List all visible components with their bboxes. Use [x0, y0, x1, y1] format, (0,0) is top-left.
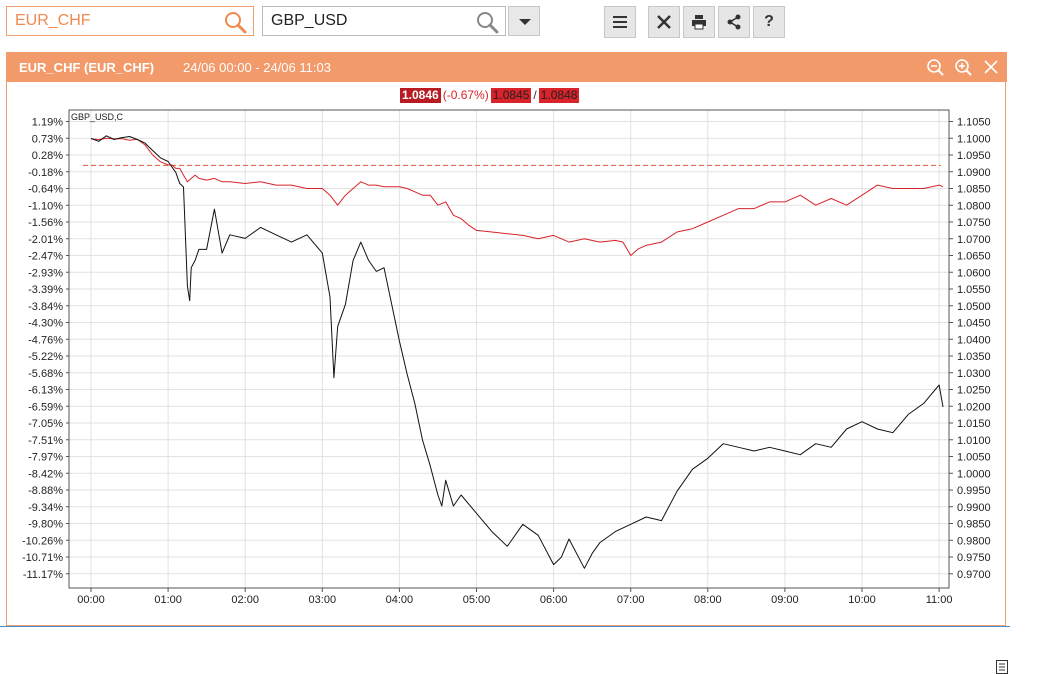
- left-tick-label: -0.18%: [28, 167, 63, 179]
- left-tick-label: -7.97%: [28, 452, 63, 464]
- x-tick-label: 07:00: [617, 594, 645, 606]
- x-tick-label: 01:00: [154, 594, 182, 606]
- document-icon[interactable]: [996, 660, 1008, 674]
- symbol-dropdown-button[interactable]: [508, 6, 540, 36]
- x-tick-label: 02:00: [231, 594, 259, 606]
- right-tick-label: 1.0750: [957, 217, 991, 229]
- share-button[interactable]: [718, 6, 750, 38]
- left-tick-label: -11.17%: [23, 569, 63, 581]
- right-tick-label: 1.1050: [957, 117, 991, 129]
- right-tick-label: 0.9850: [957, 519, 991, 531]
- x-tick-label: 10:00: [848, 594, 876, 606]
- right-tick-label: 1.0850: [957, 184, 991, 196]
- x-tick-label: 05:00: [463, 594, 491, 606]
- x-tick-label: 00:00: [77, 594, 105, 606]
- right-tick-label: 1.0050: [957, 452, 991, 464]
- right-axis: 1.1050 1.1000 1.0950 1.0900 1.0850 1.0800 1.07…: [949, 117, 991, 581]
- right-tick-label: 1.0650: [957, 251, 991, 263]
- left-tick-label: -8.42%: [28, 468, 63, 480]
- left-tick-label: -2.47%: [28, 251, 63, 263]
- plot-frame: [68, 109, 950, 589]
- left-tick-label: -8.88%: [28, 485, 63, 497]
- chart-grid: [69, 110, 949, 588]
- right-tick-label: 1.0950: [957, 150, 991, 162]
- series-line-eur-chf: [90, 137, 944, 256]
- left-tick-label: -5.68%: [28, 368, 63, 380]
- left-axis: 1.19% 0.73% 0.28% -0.18% -0.64% -1.10% -1.56% -…: [22, 117, 69, 581]
- left-tick-label: 1.19%: [32, 117, 63, 129]
- search-icon[interactable]: [223, 10, 247, 34]
- x-axis: 00:00 01:00 02:00 03:00 04:00 05:00 06:00 07:00…: [77, 588, 952, 606]
- symbol-search-box-2[interactable]: [262, 6, 506, 36]
- symbol-search-box-1[interactable]: [6, 6, 254, 36]
- x-tick-label: 08:00: [694, 594, 722, 606]
- right-tick-label: 1.0800: [957, 200, 991, 212]
- right-tick-label: 1.0350: [957, 351, 991, 363]
- right-tick-label: 1.0300: [957, 368, 991, 380]
- bottom-divider: [0, 626, 1010, 627]
- right-tick-label: 1.0250: [957, 385, 991, 397]
- layout-button[interactable]: [604, 6, 636, 38]
- left-tick-label: -6.59%: [28, 401, 63, 413]
- left-tick-label: -7.51%: [28, 435, 63, 447]
- right-tick-label: 1.0150: [957, 418, 991, 430]
- left-tick-label: -2.01%: [28, 234, 63, 246]
- right-tick-label: 0.9700: [957, 569, 991, 581]
- search-icon[interactable]: [475, 10, 499, 34]
- left-tick-label: -1.10%: [28, 200, 63, 212]
- help-icon: ?: [764, 13, 774, 30]
- left-tick-label: -0.64%: [28, 184, 63, 196]
- right-tick-label: 1.0000: [957, 468, 991, 480]
- right-tick-label: 1.0700: [957, 234, 991, 246]
- left-tick-label: -7.05%: [28, 418, 63, 430]
- left-tick-label: -6.13%: [28, 385, 63, 397]
- left-tick-label: 0.28%: [32, 150, 63, 162]
- chart-panel: EUR_CHF (EUR_CHF) 24/06 00:00 - 24/06 11…: [6, 52, 1008, 674]
- help-button[interactable]: ?: [753, 6, 785, 38]
- right-tick-label: 0.9800: [957, 535, 991, 547]
- left-tick-label: -4.30%: [28, 318, 63, 330]
- right-tick-label: 1.0550: [957, 284, 991, 296]
- right-tick-label: 1.0100: [957, 435, 991, 447]
- right-tick-label: 1.0900: [957, 167, 991, 179]
- right-tick-label: 1.0450: [957, 318, 991, 330]
- left-tick-label: -10.71%: [22, 552, 63, 564]
- right-tick-label: 0.9900: [957, 502, 991, 514]
- overlay-label: GBP_USD,C: [71, 112, 124, 122]
- series-lines: [90, 135, 944, 569]
- right-tick-label: 1.0500: [957, 301, 991, 313]
- symbol2-input[interactable]: [263, 7, 463, 35]
- x-tick-label: 04:00: [386, 594, 414, 606]
- x-tick-label: 11:00: [926, 594, 953, 606]
- left-tick-label: -1.56%: [28, 217, 63, 229]
- right-tick-label: 1.0200: [957, 401, 991, 413]
- left-tick-label: -5.22%: [28, 351, 63, 363]
- left-tick-label: -10.26%: [22, 535, 63, 547]
- right-tick-label: 1.1000: [957, 133, 991, 145]
- share-icon: [727, 14, 741, 30]
- right-tick-label: 1.0600: [957, 267, 991, 279]
- print-icon: [692, 15, 706, 30]
- layout-icon: [613, 16, 627, 28]
- price-chart[interactable]: 1.19% 0.73% 0.28% -0.18% -0.64% -1.10% -1.56% -…: [7, 52, 1007, 626]
- left-tick-label: -9.34%: [28, 502, 63, 514]
- tools-button[interactable]: [648, 6, 680, 38]
- series-line-gbp-usd-c: [90, 135, 944, 569]
- x-tick-label: 09:00: [771, 594, 799, 606]
- right-tick-label: 0.9950: [957, 485, 991, 497]
- print-button[interactable]: [683, 6, 715, 38]
- left-tick-label: -9.80%: [28, 519, 63, 531]
- left-tick-label: 0.73%: [32, 133, 63, 145]
- left-tick-label: -2.93%: [28, 267, 63, 279]
- tools-icon: [657, 15, 671, 29]
- right-tick-label: 1.0400: [957, 334, 991, 346]
- left-tick-label: -3.84%: [28, 301, 63, 313]
- x-tick-label: 06:00: [540, 594, 568, 606]
- right-tick-label: 0.9750: [957, 552, 991, 564]
- left-tick-label: -4.76%: [28, 334, 63, 346]
- left-tick-label: -3.39%: [28, 284, 63, 296]
- symbol1-input[interactable]: [7, 7, 207, 35]
- x-tick-label: 03:00: [309, 594, 337, 606]
